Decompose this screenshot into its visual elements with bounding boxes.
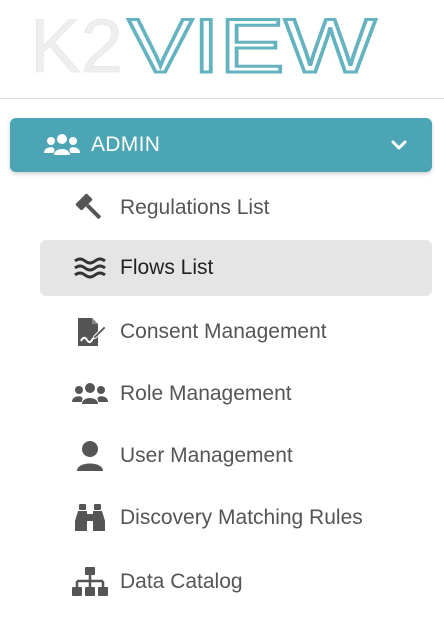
water-icon <box>72 250 108 286</box>
admin-section-header[interactable]: ADMIN <box>10 118 432 172</box>
file-signature-icon <box>72 314 108 350</box>
chevron-down-icon[interactable] <box>390 136 408 154</box>
menu-item-label: Flows List <box>120 256 214 279</box>
users-icon <box>72 376 108 412</box>
menu-item-flows-list[interactable]: Flows List <box>40 240 432 296</box>
header-divider <box>0 98 444 99</box>
logo-text-right: VIEW <box>128 10 376 80</box>
menu-item-regulations-list[interactable]: Regulations List <box>40 180 432 236</box>
sitemap-icon <box>72 564 108 600</box>
menu-item-label: Regulations List <box>120 196 270 219</box>
gavel-icon <box>72 190 108 226</box>
menu-item-data-catalog[interactable]: Data Catalog <box>40 554 432 610</box>
menu-item-discovery-matching-rules[interactable]: Discovery Matching Rules <box>40 490 432 546</box>
binoculars-icon <box>72 500 108 536</box>
menu-item-label: Data Catalog <box>120 570 243 593</box>
menu-item-label: Discovery Matching Rules <box>120 506 363 529</box>
admin-section-label: ADMIN <box>91 133 161 156</box>
menu-item-user-management[interactable]: User Management <box>40 428 432 484</box>
menu-item-role-management[interactable]: Role Management <box>40 366 432 422</box>
k2view-logo: K2 VIEW <box>30 10 378 80</box>
menu-item-label: User Management <box>120 444 293 467</box>
menu-item-consent-management[interactable]: Consent Management <box>40 304 432 360</box>
users-icon <box>44 132 80 158</box>
logo-text-left: K2 <box>30 10 123 80</box>
menu-item-label: Consent Management <box>120 320 327 343</box>
menu-item-label: Role Management <box>120 382 292 405</box>
user-icon <box>72 438 108 474</box>
